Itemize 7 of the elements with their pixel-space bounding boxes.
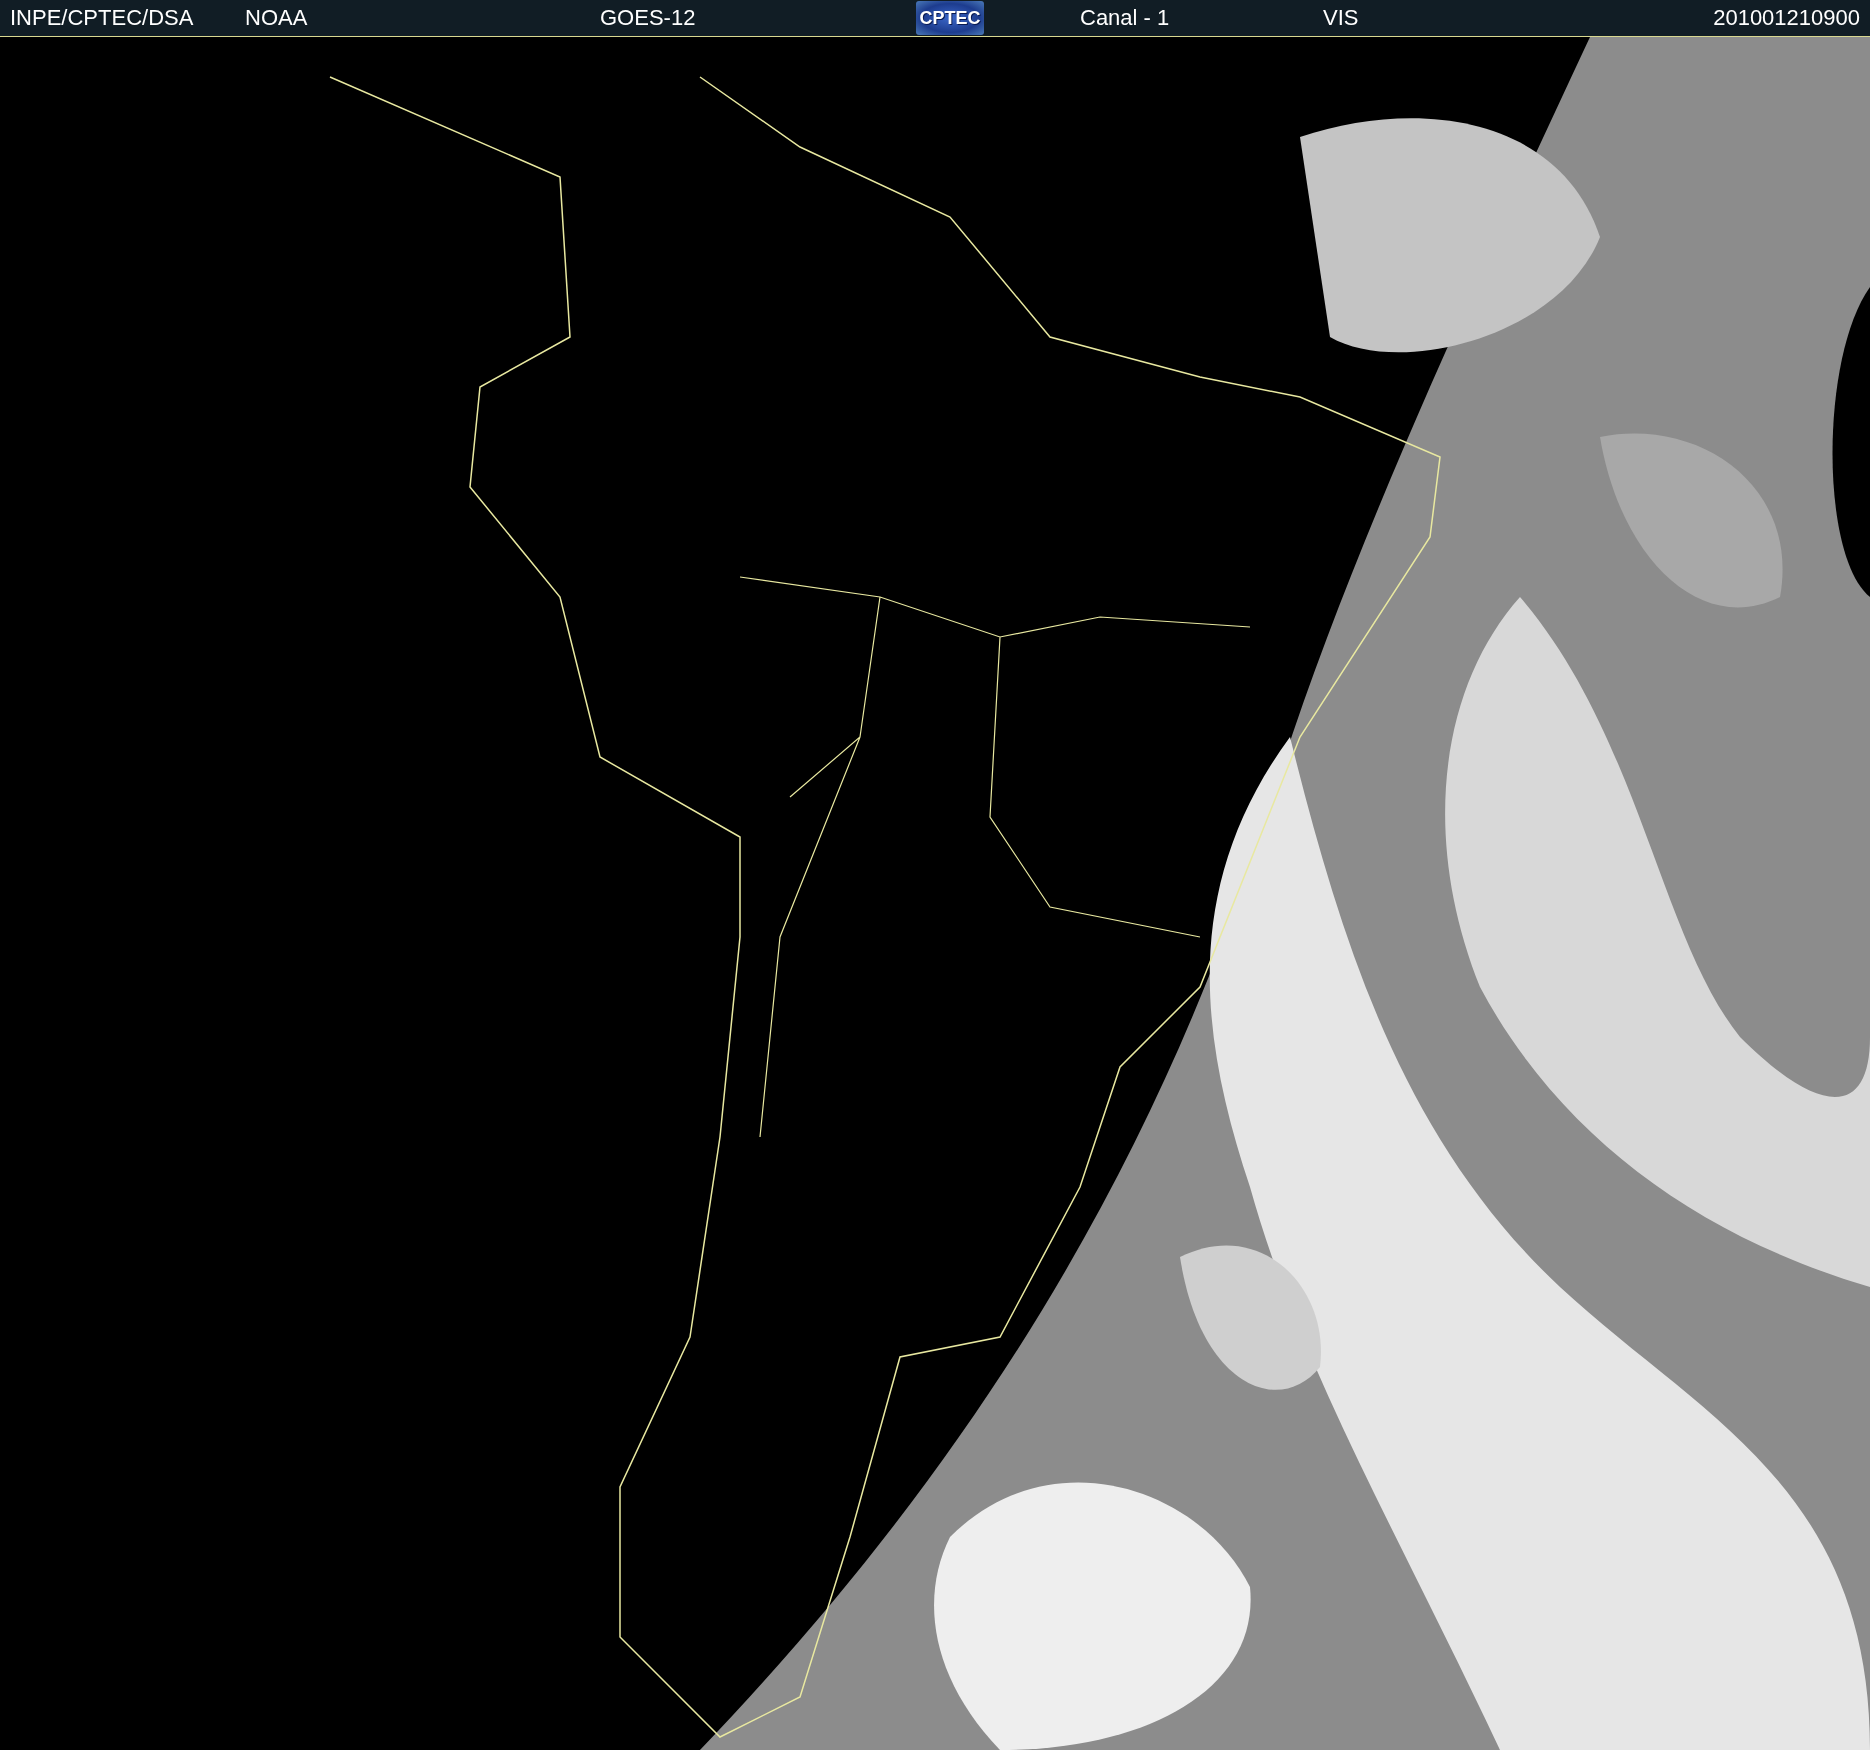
header-label: 201001210900 [1713,5,1860,31]
logo: CPTEC [916,1,984,35]
header-label: INPE/CPTEC/DSA [10,5,195,31]
header-label: GOES-12 [600,5,697,31]
header-label: NOAA [245,5,309,31]
header-label: Canal - 1 [1080,5,1171,31]
header-label: VIS [1323,5,1360,31]
